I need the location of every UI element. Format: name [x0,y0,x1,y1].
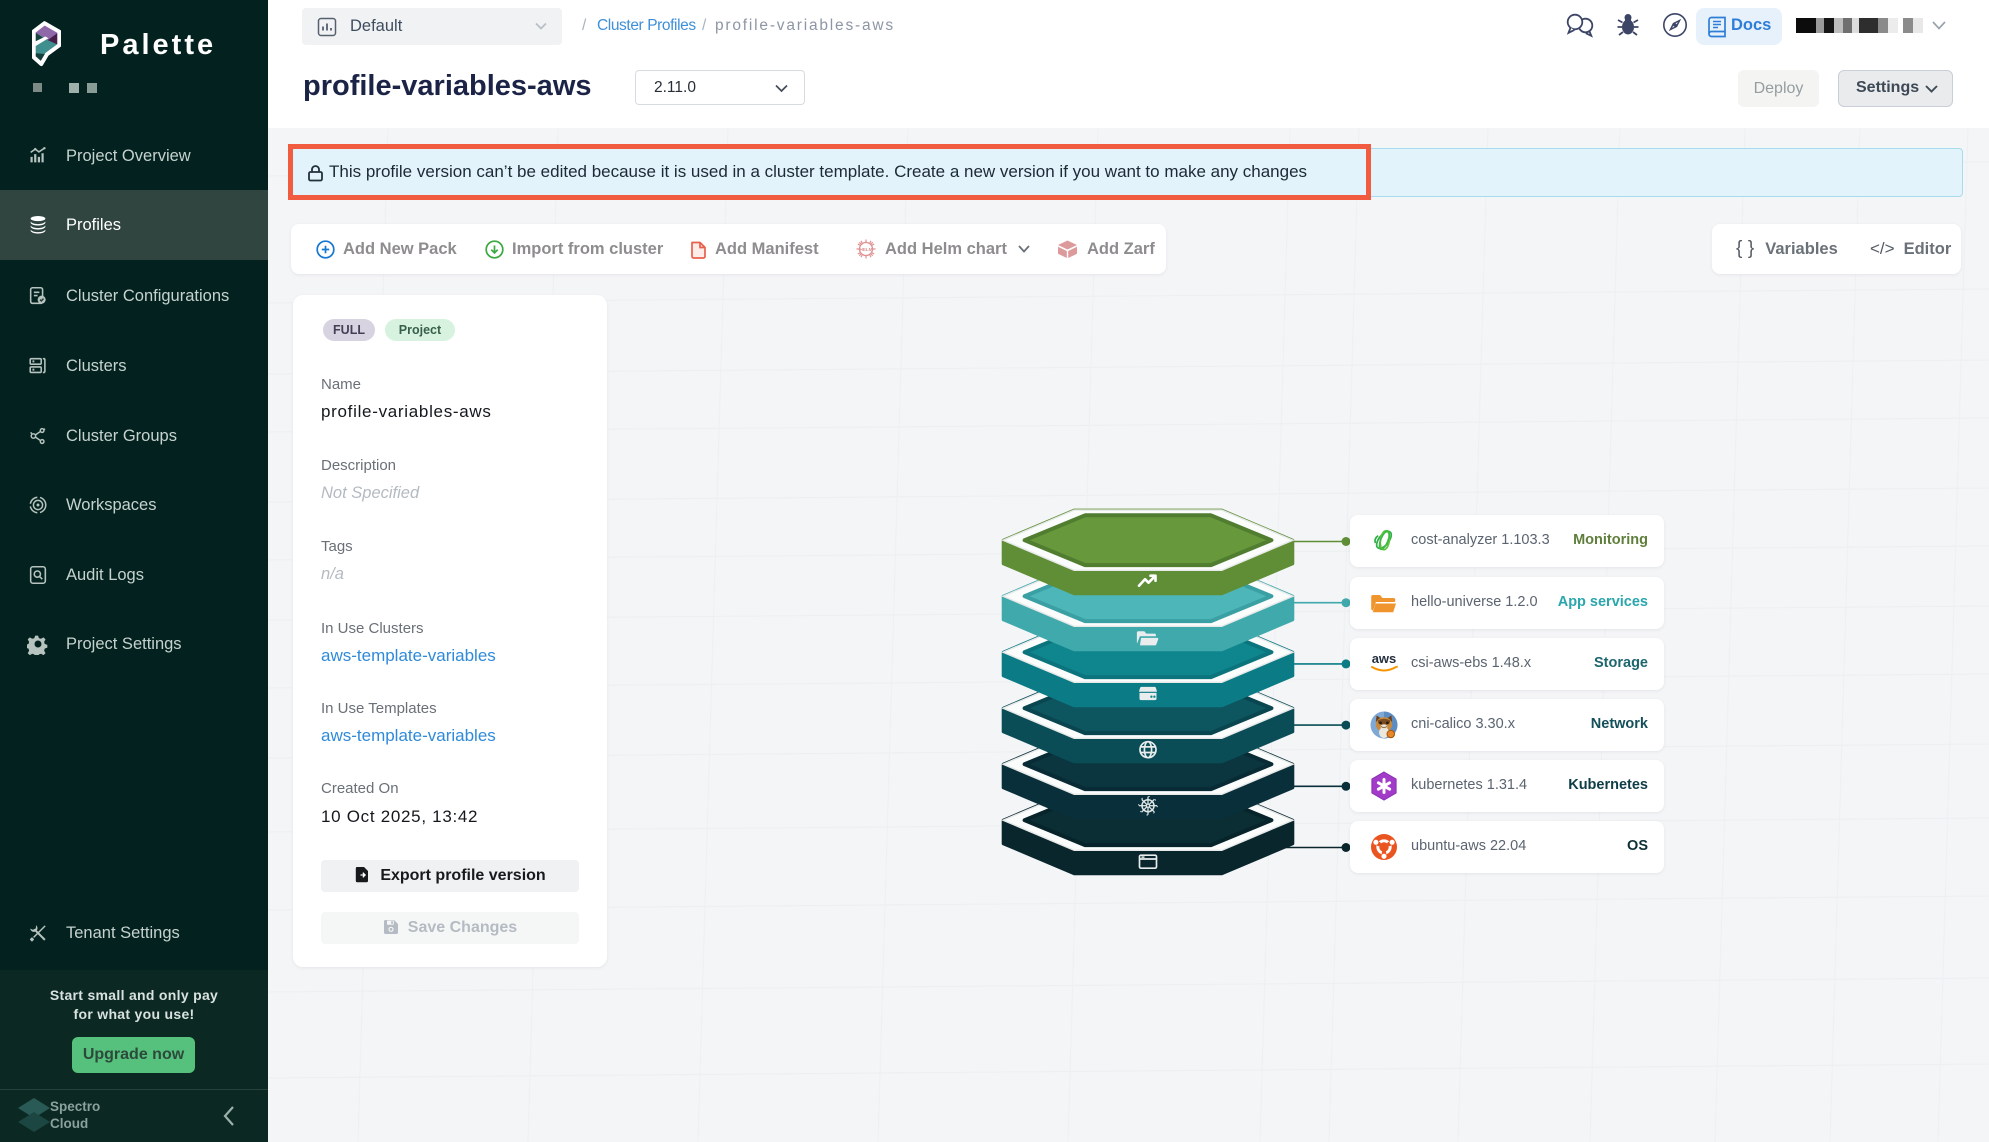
svg-text:aws: aws [1372,651,1397,666]
svg-text:HELM: HELM [860,247,873,252]
